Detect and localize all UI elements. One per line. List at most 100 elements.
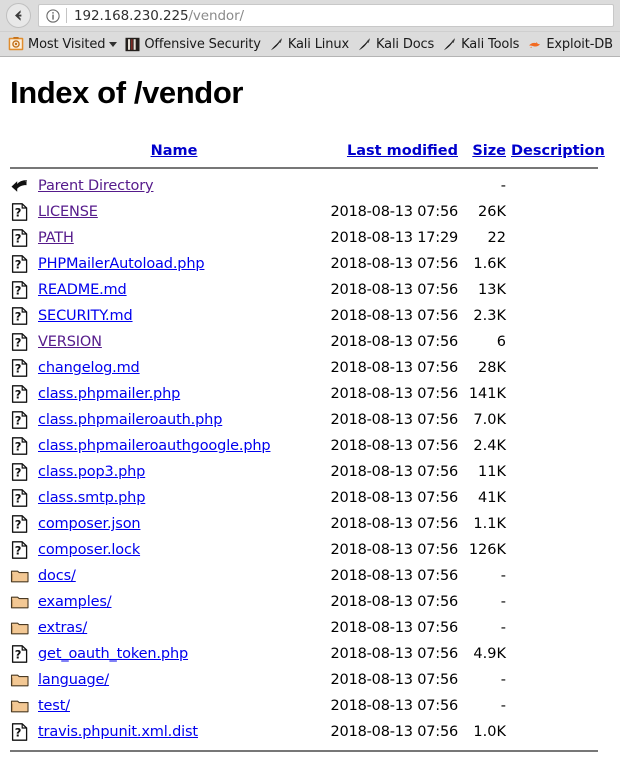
file-link[interactable]: README.md xyxy=(38,282,127,298)
sort-by-date-link[interactable]: Last modified xyxy=(347,143,458,159)
file-link[interactable]: class.smtp.php xyxy=(38,490,145,506)
file-link[interactable]: SECURITY.md xyxy=(38,308,133,324)
row-date-cell: 2018-08-13 07:56 xyxy=(330,646,459,662)
row-name-cell: VERSION xyxy=(38,329,310,355)
unknown-file-icon: ? xyxy=(11,437,28,455)
unknown-file-icon: ? xyxy=(11,281,28,299)
row-description-cell xyxy=(506,329,605,355)
row-description-cell xyxy=(506,277,605,303)
row-name-cell: composer.lock xyxy=(38,537,310,563)
file-link[interactable]: class.pop3.php xyxy=(38,464,145,480)
bookmark-kali-docs[interactable]: Kali Docs xyxy=(353,34,438,55)
url-host: 192.168.230.225 xyxy=(74,7,189,24)
row-icon-cell: ? xyxy=(10,225,38,251)
row-name-cell: composer.json xyxy=(38,511,310,537)
row-icon-cell: ? xyxy=(10,485,38,511)
file-link[interactable]: composer.json xyxy=(38,516,141,532)
file-link[interactable]: Parent Directory xyxy=(38,178,154,194)
svg-text:?: ? xyxy=(15,283,22,297)
bookmark-most-visited[interactable]: Most Visited xyxy=(4,34,121,55)
file-link[interactable]: PHPMailerAutoload.php xyxy=(38,256,205,272)
row-description-cell xyxy=(506,173,605,199)
row-date-cell: 2018-08-13 07:56 xyxy=(330,204,459,220)
header-last-modified[interactable]: Last modified xyxy=(310,138,458,164)
row-icon-cell xyxy=(10,615,38,641)
bookmark-offensive-security[interactable]: Offensive Security xyxy=(121,34,265,55)
file-link[interactable]: travis.phpunit.xml.dist xyxy=(38,724,198,740)
file-link[interactable]: PATH xyxy=(38,230,74,246)
row-date-cell: 2018-08-13 07:56 xyxy=(330,282,459,298)
row-description-cell xyxy=(506,667,605,693)
row-icon-cell: ? xyxy=(10,355,38,381)
unknown-file-icon: ? xyxy=(11,411,28,429)
sort-by-description-link[interactable]: Description xyxy=(511,143,605,159)
sort-by-name-link[interactable]: Name xyxy=(151,143,198,159)
row-description-cell xyxy=(506,641,605,667)
file-link[interactable]: docs/ xyxy=(38,568,76,584)
row-description-cell xyxy=(506,537,605,563)
bookmark-kali-linux[interactable]: Kali Linux xyxy=(265,34,353,55)
row-date-cell: 2018-08-13 07:56 xyxy=(330,568,459,584)
table-row: docs/2018-08-13 07:56 - xyxy=(10,563,605,589)
chevron-down-icon[interactable] xyxy=(109,41,118,47)
directory-table: Name Last modified Size Description Pare… xyxy=(10,138,605,752)
back-button[interactable] xyxy=(6,3,31,28)
file-link[interactable]: composer.lock xyxy=(38,542,140,558)
bookmark-label: Kali Linux xyxy=(287,36,349,52)
header-rule-row xyxy=(10,164,605,173)
bookmark-exploit-db[interactable]: Exploit-DB xyxy=(523,34,617,55)
row-description-cell xyxy=(506,381,605,407)
row-icon-cell: ? xyxy=(10,511,38,537)
info-circle-icon[interactable] xyxy=(45,8,61,24)
header-description[interactable]: Description xyxy=(506,138,605,164)
svg-text:?: ? xyxy=(15,309,22,323)
table-row: ? LICENSE 2018-08-13 07:56 26K xyxy=(10,199,605,225)
row-icon-cell: ? xyxy=(10,641,38,667)
header-name[interactable]: Name xyxy=(38,138,310,164)
row-icon-cell: ? xyxy=(10,329,38,355)
row-description-cell xyxy=(506,485,605,511)
row-size-cell: 28K xyxy=(478,360,506,376)
file-link[interactable]: test/ xyxy=(38,698,70,714)
file-link[interactable]: VERSION xyxy=(38,334,102,350)
row-name-cell: examples/ xyxy=(38,589,310,615)
row-name-cell: PATH xyxy=(38,225,310,251)
sort-by-size-link[interactable]: Size xyxy=(472,143,506,159)
row-date-cell: 2018-08-13 07:56 xyxy=(330,698,459,714)
row-size-cell: 1.0K xyxy=(473,724,506,740)
file-link[interactable]: class.phpmailer.php xyxy=(38,386,180,402)
row-date-cell: 2018-08-13 07:56 xyxy=(330,724,459,740)
file-link[interactable]: class.phpmaileroauth.php xyxy=(38,412,222,428)
browser-chrome: 192.168.230.225/vendor/ Most Visited Off… xyxy=(0,0,620,57)
table-row: ? SECURITY.md 2018-08-13 07:56 2.3K xyxy=(10,303,605,329)
bookmark-kali-tools[interactable]: Kali Tools xyxy=(438,34,523,55)
row-icon-cell: ? xyxy=(10,381,38,407)
url-path: /vendor/ xyxy=(188,7,244,24)
row-size-cell: 1.6K xyxy=(473,256,506,272)
file-link[interactable]: extras/ xyxy=(38,620,87,636)
table-row: ? class.smtp.php 2018-08-13 07:56 41K xyxy=(10,485,605,511)
file-link[interactable]: examples/ xyxy=(38,594,112,610)
kali-dragon-icon xyxy=(444,37,456,50)
row-name-cell: extras/ xyxy=(38,615,310,641)
unknown-file-icon: ? xyxy=(11,307,28,325)
file-link[interactable]: class.phpmaileroauthgoogle.php xyxy=(38,438,271,454)
row-icon-cell: ? xyxy=(10,407,38,433)
unknown-file-icon: ? xyxy=(11,359,28,377)
row-size-cell: 26K xyxy=(478,204,506,220)
header-icon-cell xyxy=(10,138,38,164)
file-link[interactable]: language/ xyxy=(38,672,109,688)
row-icon-cell: ? xyxy=(10,537,38,563)
row-description-cell xyxy=(506,615,605,641)
row-icon-cell xyxy=(10,667,38,693)
url-bar[interactable]: 192.168.230.225/vendor/ xyxy=(38,4,614,27)
file-link[interactable]: changelog.md xyxy=(38,360,140,376)
row-size-cell: - xyxy=(500,672,506,688)
file-link[interactable]: LICENSE xyxy=(38,204,98,220)
file-link[interactable]: get_oauth_token.php xyxy=(38,646,188,662)
header-size[interactable]: Size xyxy=(458,138,506,164)
row-name-cell: Parent Directory xyxy=(38,173,310,199)
svg-text:?: ? xyxy=(15,439,22,453)
table-row: ? class.phpmaileroauth.php 2018-08-13 07:5… xyxy=(10,407,605,433)
bookmark-label: Kali Docs xyxy=(376,36,435,52)
